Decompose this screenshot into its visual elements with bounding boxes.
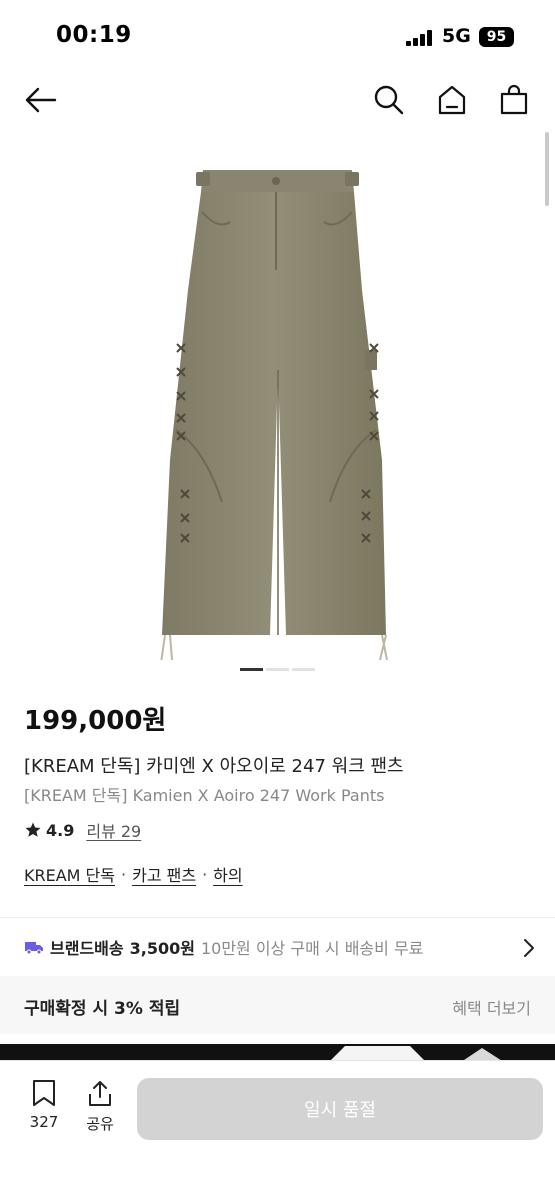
image-pager: [240, 668, 315, 672]
bookmark-icon: [33, 1080, 55, 1106]
share-icon: [89, 1081, 111, 1106]
search-icon: [374, 85, 404, 115]
delivery-note: 10만원 이상 구매 시 배송비 무료: [200, 939, 424, 958]
breadcrumb-separator: ·: [202, 864, 208, 884]
back-button[interactable]: [20, 80, 60, 120]
delivery-truck-icon: [25, 942, 43, 955]
breadcrumb-separator: ·: [121, 864, 127, 884]
chevron-right-icon: [524, 939, 534, 957]
delivery-label: 브랜드배송: [50, 939, 124, 958]
review-link[interactable]: 리뷰 29: [86, 818, 141, 842]
divider: [0, 917, 555, 918]
status-bar: 00:19 5G 95: [0, 0, 555, 72]
benefits-link[interactable]: 혜택 더보기: [452, 995, 531, 1019]
cart-button[interactable]: [494, 80, 534, 120]
points-row: 구매확정 시 3% 적립 혜택 더보기: [0, 976, 555, 1034]
star-icon: [25, 822, 41, 837]
share-label: 공유: [86, 1115, 114, 1133]
arrow-left-icon: [25, 87, 57, 113]
scrollbar[interactable]: [545, 132, 549, 206]
signal-icon: [406, 30, 434, 46]
pager-dot: [292, 668, 315, 671]
home-icon: [438, 85, 466, 115]
app-header: [0, 72, 555, 128]
cargo-pants-image: [159, 170, 391, 676]
category-link-bottoms[interactable]: 하의: [213, 862, 242, 886]
product-price: 199,000원: [24, 706, 167, 736]
product-image[interactable]: [0, 130, 555, 676]
delivery-info-row[interactable]: 브랜드배송 3,500원 10만원 이상 구매 시 배송비 무료: [24, 930, 539, 964]
battery-icon: 95: [479, 27, 514, 47]
bookmark-button[interactable]: 327: [22, 1079, 66, 1131]
product-title-ko: [KREAM 단독] 카미엔 X 아오이로 247 워크 팬츠: [24, 756, 404, 777]
shopping-bag-icon: [500, 84, 528, 115]
status-time: 00:19: [56, 22, 132, 48]
soldout-button[interactable]: 일시 품절: [137, 1078, 543, 1140]
bottom-action-bar: 327 공유 일시 품절: [0, 1060, 555, 1200]
rating-row: 4.9 리뷰 29: [24, 818, 141, 842]
pager-dot: [266, 668, 289, 671]
network-type: 5G: [442, 25, 471, 47]
search-button[interactable]: [369, 80, 409, 120]
bookmark-count: 327: [29, 1113, 59, 1131]
points-text: 구매확정 시 3% 적립: [24, 999, 181, 1019]
category-link-exclusive[interactable]: KREAM 단독: [24, 862, 115, 886]
home-button[interactable]: [432, 80, 472, 120]
product-title-en: [KREAM 단독] Kamien X Aoiro 247 Work Pants: [24, 786, 385, 805]
category-breadcrumb: KREAM 단독 · 카고 팬츠 · 하의: [24, 862, 243, 886]
category-link-cargo-pants[interactable]: 카고 팬츠: [132, 862, 196, 886]
pager-dot-active: [240, 668, 263, 671]
delivery-price: 3,500원: [129, 939, 195, 958]
share-button[interactable]: 공유: [78, 1079, 122, 1134]
rating-value: 4.9: [46, 820, 75, 840]
